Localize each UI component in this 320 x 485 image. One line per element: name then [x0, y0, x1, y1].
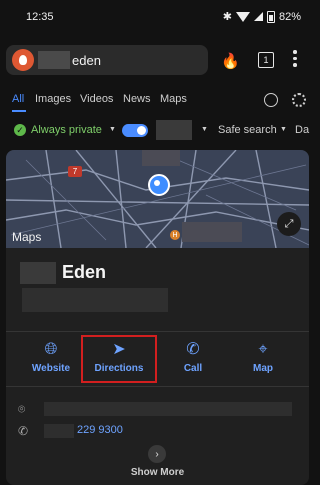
privacy-filter[interactable]: Always private — [31, 124, 102, 136]
menu-icon[interactable] — [293, 50, 297, 67]
signal-icon — [253, 12, 263, 21]
map-pin-icon: ⌖ — [258, 341, 268, 358]
chevron-down-icon: ▼ — [109, 126, 116, 133]
region-toggle[interactable] — [122, 124, 148, 137]
phone-row: ✆ 229 9300 — [16, 422, 306, 442]
status-time: 12:35 — [26, 11, 54, 23]
location-icon: ⌾ — [18, 402, 26, 416]
bluetooth-icon: ✱ — [222, 11, 232, 23]
redacted-text — [44, 424, 74, 438]
show-more-button[interactable]: › Show More — [6, 443, 309, 485]
address-row: ⌾ — [16, 400, 306, 420]
chat-icon[interactable] — [264, 93, 278, 107]
pin-center — [154, 180, 160, 186]
website-button[interactable]: 🌐︎ Website — [16, 341, 86, 374]
battery-level: 82% — [278, 10, 301, 23]
map-label: Map — [253, 363, 273, 374]
map-preview[interactable]: 7 H Maps ⤢ — [6, 150, 309, 248]
status-bar: 12:35 ✱ 82% — [0, 0, 315, 32]
divider — [6, 331, 309, 332]
redacted-text — [44, 402, 292, 416]
chevron-down-icon: ▼ — [201, 126, 208, 133]
duckduckgo-logo — [12, 49, 34, 71]
tabs-button[interactable]: 1 — [258, 52, 274, 68]
divider — [6, 386, 309, 387]
expand-map-button[interactable]: ⤢ — [277, 212, 301, 236]
redacted-text — [142, 150, 180, 166]
search-query: eden — [72, 52, 101, 68]
search-tabs: All Images Videos News Maps — [0, 90, 315, 112]
battery-icon — [266, 10, 275, 23]
safe-search-filter[interactable]: Safe search — [218, 124, 277, 136]
call-button[interactable]: ✆ Call — [158, 341, 228, 374]
fire-icon[interactable]: 🔥 — [221, 52, 240, 70]
browser-toolbar: eden 🔥 1 — [0, 40, 315, 80]
highlight-box — [81, 335, 157, 383]
chevron-down-icon: ▼ — [280, 126, 287, 133]
date-filter[interactable]: Da — [295, 124, 309, 136]
redacted-text — [38, 51, 70, 69]
tab-news[interactable]: News — [123, 93, 151, 105]
chevron-right-icon: › — [148, 445, 166, 463]
tab-all[interactable]: All — [12, 93, 24, 105]
redacted-text — [156, 120, 192, 140]
redacted-text — [22, 288, 168, 312]
place-card: 7 H Maps ⤢ Eden 🌐︎ Website ➤ Directions … — [6, 150, 309, 485]
status-icons: ✱ 82% — [223, 10, 301, 23]
maps-label: Maps — [12, 230, 42, 244]
tab-images[interactable]: Images — [35, 93, 71, 105]
phone-icon: ✆ — [18, 424, 29, 438]
route-badge: 7 — [68, 166, 82, 177]
check-icon: ✓ — [14, 124, 26, 136]
redacted-text — [20, 262, 56, 284]
phone-icon: ✆ — [186, 341, 200, 358]
maps-attribution: Maps — [12, 230, 41, 244]
map-button[interactable]: ⌖ Map — [228, 341, 298, 374]
phone-number[interactable]: 229 9300 — [77, 424, 123, 436]
search-input[interactable]: eden — [6, 45, 208, 75]
place-name: Eden — [62, 262, 107, 282]
action-bar: 🌐︎ Website ➤ Directions ✆ Call ⌖ Map — [6, 335, 309, 385]
call-label: Call — [183, 363, 203, 374]
wifi-icon — [235, 11, 250, 22]
show-more-label: Show More — [130, 467, 185, 478]
filter-row: ✓ Always private ▼ ▼ Safe search ▼ Da — [0, 120, 315, 140]
globe-icon: 🌐︎ — [44, 341, 58, 358]
poi-icon: H — [170, 230, 180, 240]
settings-icon[interactable] — [292, 93, 306, 107]
tab-videos[interactable]: Videos — [80, 93, 113, 105]
redacted-text — [182, 222, 242, 242]
active-tab-indicator — [12, 110, 26, 112]
tab-maps[interactable]: Maps — [160, 93, 187, 105]
website-label: Website — [31, 363, 71, 374]
